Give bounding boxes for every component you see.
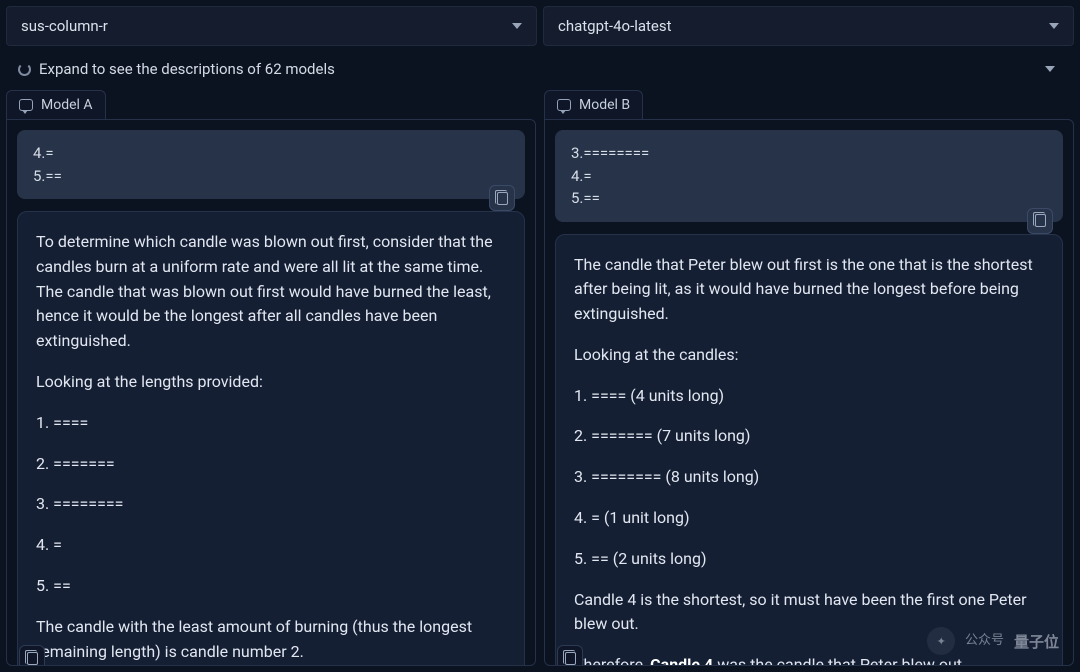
paragraph: To determine which candle was blown out … [36,230,506,354]
model-selector-left-label: sus-column-r [21,17,108,35]
tab-label: Model B [579,97,630,113]
user-message: 3.======== 4.= 5.== [555,130,1063,222]
tab-model-b[interactable]: Model B [544,90,643,119]
user-line: 3.======== [571,142,1047,165]
tab-model-a[interactable]: Model A [6,90,106,119]
paragraph: Looking at the candles: [574,343,1044,368]
assistant-message: The candle that Peter blew out first is … [555,234,1063,667]
copy-button[interactable] [489,185,515,211]
list-item: 2. ======= (7 units long) [574,424,1044,449]
paragraph: Candle 4 is the shortest, so it must hav… [574,588,1044,638]
user-line: 4.= [33,142,509,165]
model-selector-left[interactable]: sus-column-r [6,6,537,46]
copy-icon [1035,214,1046,227]
column-model-a: Model A 4.= 5.== To determine which cand… [6,90,536,666]
list-item: 3. ======== [36,492,506,517]
list-item: 5. == (2 units long) [574,547,1044,572]
paragraph: The candle with the least amount of burn… [36,615,506,665]
model-selector-right[interactable]: chatgpt-4o-latest [543,6,1074,46]
model-selector-right-label: chatgpt-4o-latest [558,17,672,35]
list-item: 1. ==== (4 units long) [574,384,1044,409]
emphasis: Candle 4 [650,655,713,666]
user-line: 5.== [571,187,1047,210]
paragraph: The candle that Peter blew out first is … [574,253,1044,327]
paragraph: Looking at the lengths provided: [36,370,506,395]
assistant-message: To determine which candle was blown out … [17,211,525,666]
chevron-down-icon [512,23,522,29]
list-item: 2. ======= [36,452,506,477]
copy-icon [27,652,38,665]
chevron-down-icon [1049,23,1059,29]
list-item: 4. = [36,533,506,558]
chat-icon [557,99,571,111]
user-message: 4.= 5.== [17,130,525,199]
list-item: 4. = (1 unit long) [574,506,1044,531]
chevron-down-icon [1045,66,1055,72]
user-line: 4.= [571,165,1047,188]
list-item: 3. ======== (8 units long) [574,465,1044,490]
column-model-b: Model B 3.======== 4.= 5.== The candle t… [544,90,1074,666]
copy-button[interactable] [1027,208,1053,234]
list-item: 5. == [36,574,506,599]
copy-button[interactable] [19,645,45,666]
chat-icon [19,99,33,111]
copy-button[interactable] [557,645,583,666]
copy-icon [565,652,576,665]
expand-models-row[interactable]: Expand to see the descriptions of 62 mod… [0,46,1080,90]
list-item: 1. ==== [36,411,506,436]
paragraph: Therefore, Candle 4 was the candle that … [574,653,1044,666]
copy-icon [497,192,508,205]
tab-label: Model A [41,97,93,113]
spinner-icon [18,63,31,76]
user-line: 5.== [33,165,509,188]
expand-models-text: Expand to see the descriptions of 62 mod… [39,60,335,78]
